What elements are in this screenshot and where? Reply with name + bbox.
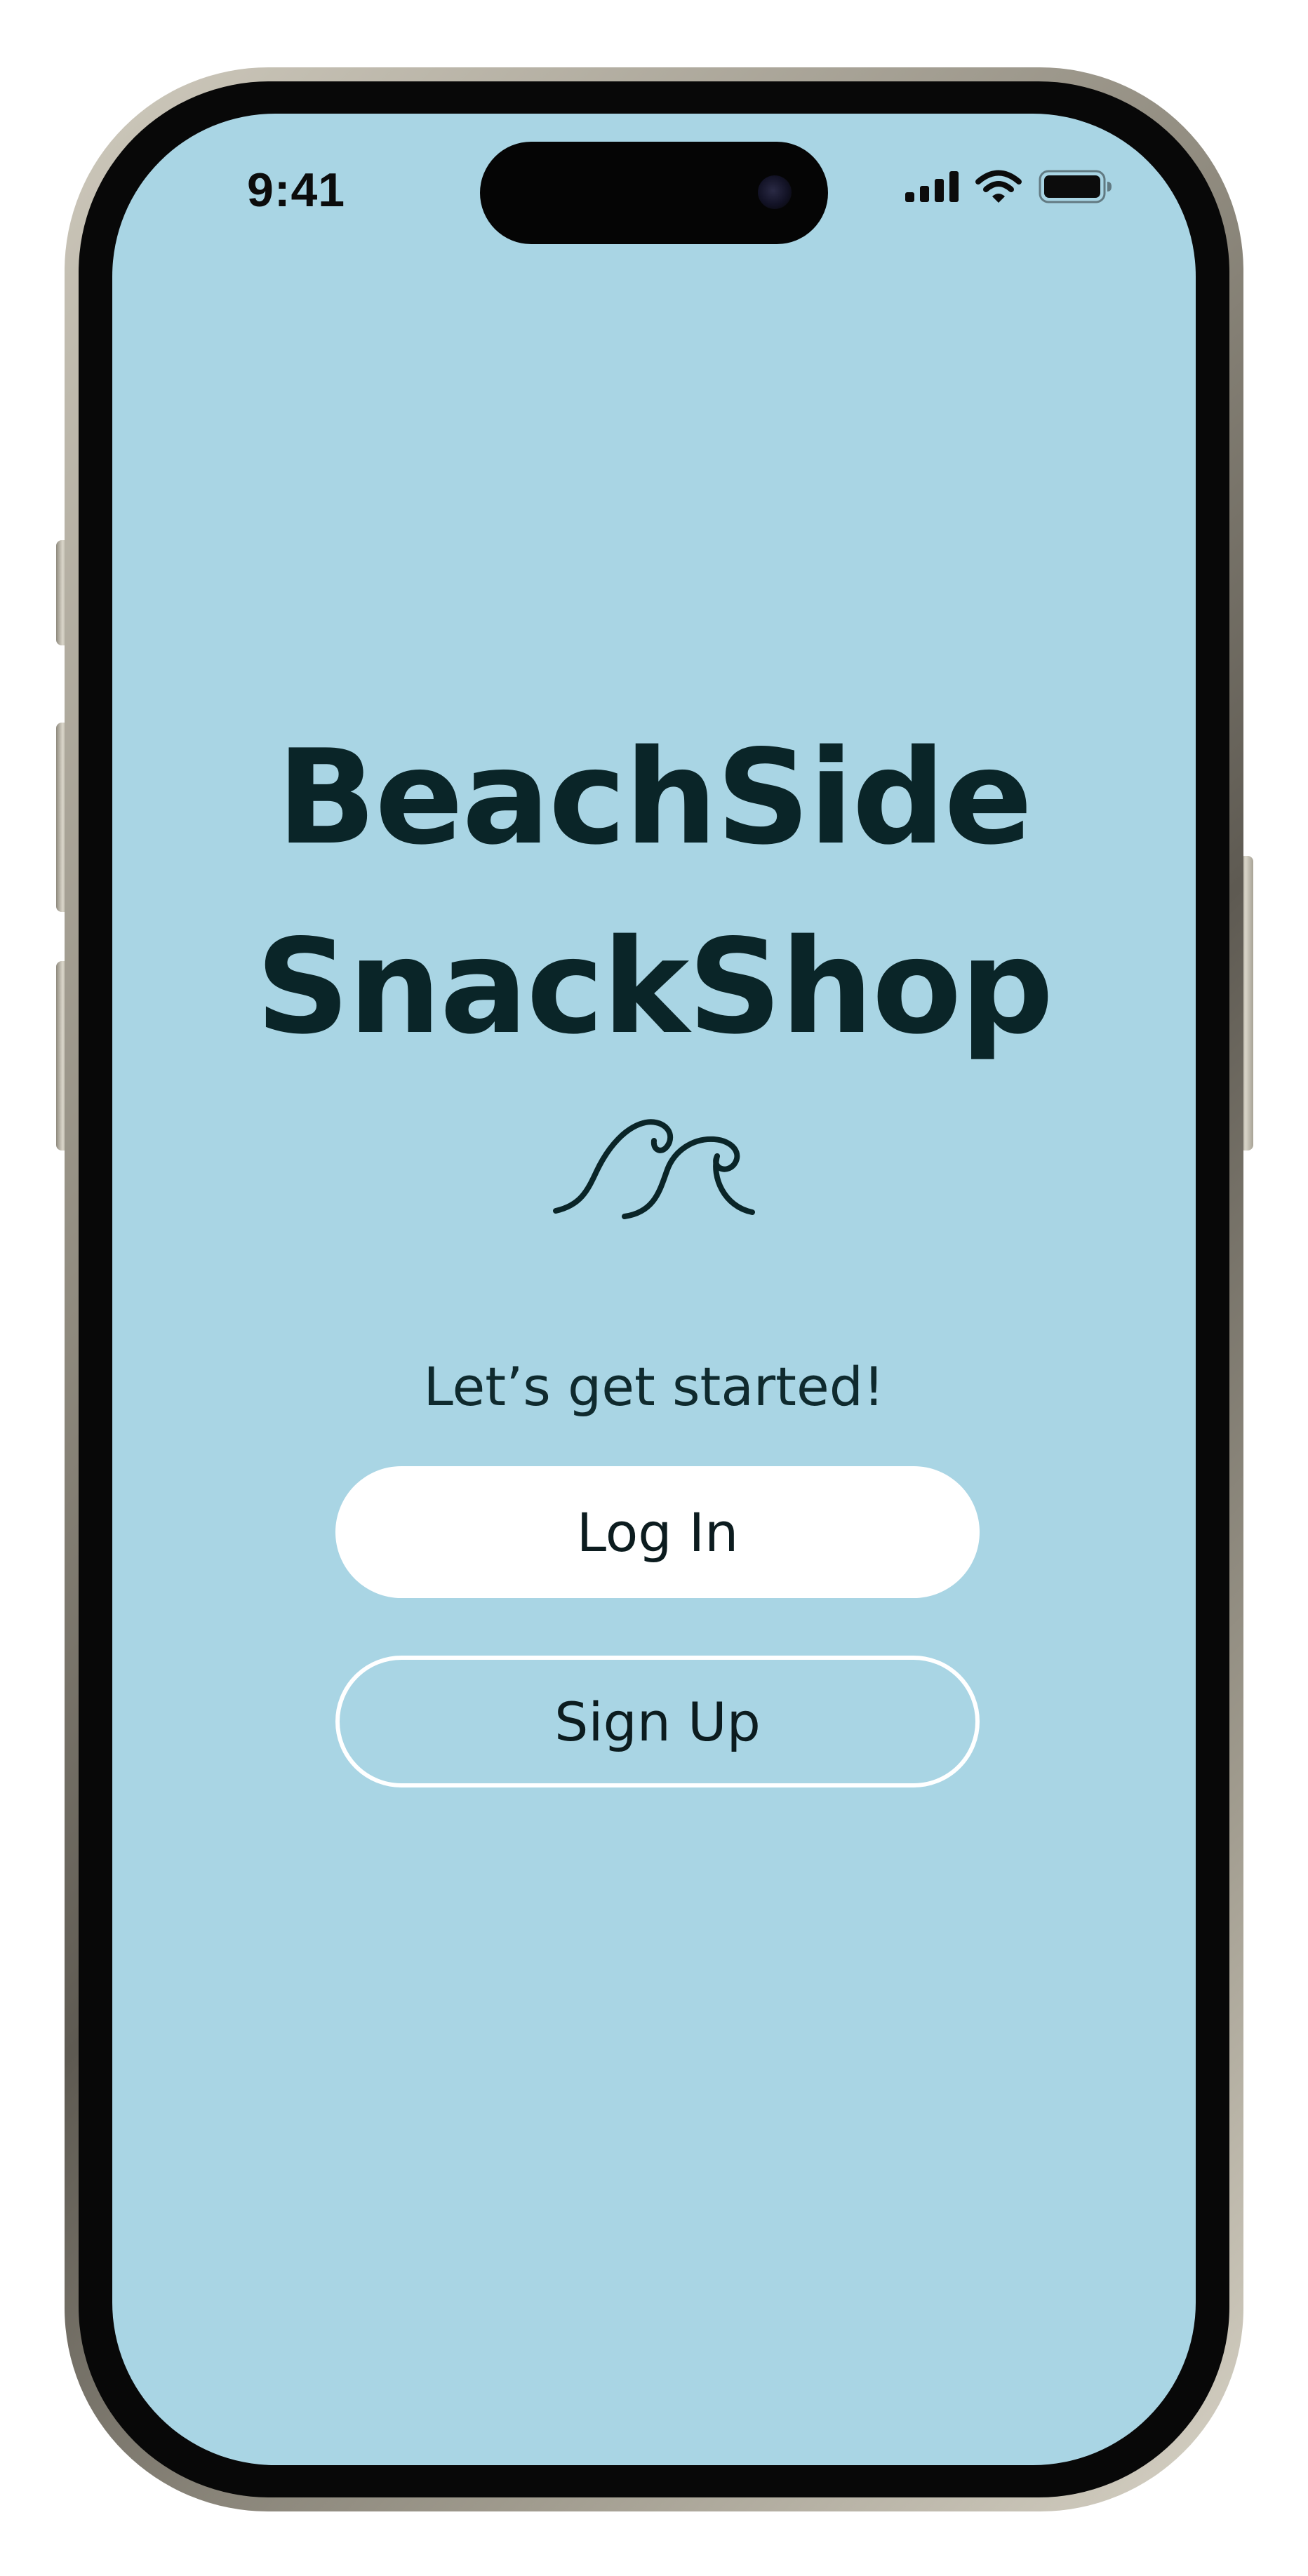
screen: 9:41 BeachSide SnackShop Let’s get start… (112, 114, 1196, 2465)
status-icons (905, 170, 1113, 203)
tagline: Let’s get started! (423, 1355, 885, 1418)
signup-button-label: Sign Up (554, 1690, 761, 1753)
wifi-icon (975, 170, 1022, 203)
login-button-label: Log In (576, 1501, 739, 1564)
app-title-line-1: BeachSide (276, 721, 1032, 873)
status-time: 9:41 (247, 163, 346, 217)
front-camera (758, 175, 792, 209)
battery-icon (1039, 170, 1112, 203)
app-title-line-2: SnackShop (255, 911, 1053, 1063)
app-title: BeachSide SnackShop (112, 703, 1196, 1082)
wave-icon (553, 1119, 755, 1219)
login-button[interactable]: Log In (335, 1466, 980, 1598)
signup-button[interactable]: Sign Up (335, 1656, 980, 1787)
signal-icon (905, 171, 959, 202)
dynamic-island (480, 142, 828, 244)
